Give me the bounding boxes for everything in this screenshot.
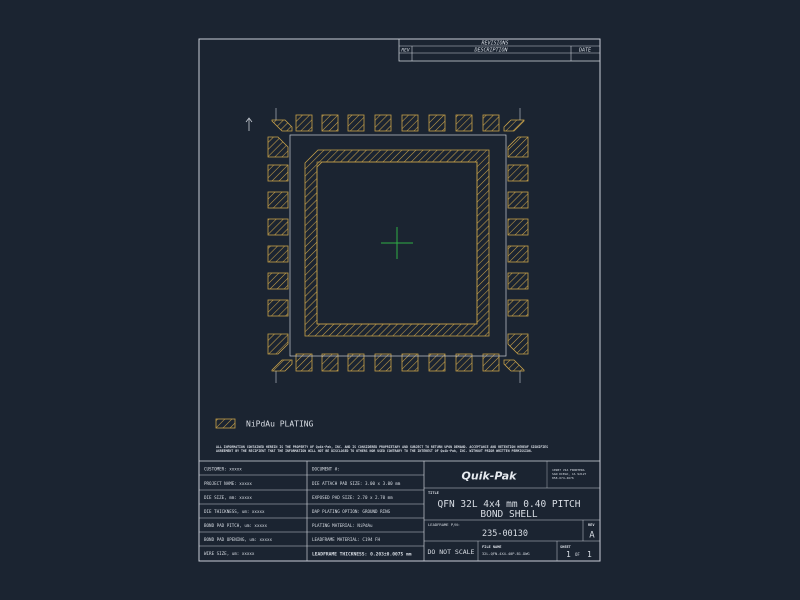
package-outline (289, 134, 507, 357)
leadframe-pn-value: 235-00130 (482, 529, 528, 539)
lead-pad (267, 299, 289, 317)
lead-pad (507, 164, 529, 182)
bond-pad-opening-field: BOND PAD OPENING, um: xxxxx (204, 537, 273, 542)
legend-swatch (215, 418, 236, 429)
revisions-block: REVISIONS REV DESCRIPTION DATE (398, 38, 601, 62)
lead-pad (267, 272, 289, 290)
corner-pad-bottom-right (503, 359, 525, 372)
lead-pad (455, 114, 473, 132)
project-name-field: PROJECT NAME: xxxxx (204, 481, 252, 486)
lead-pad (267, 245, 289, 263)
corner-pad-left-top (267, 136, 289, 158)
leadframe-material-field: LEADFRAME MATERIAL: C194 FH (312, 537, 381, 542)
corner-pad-top-right (503, 119, 525, 132)
corner-pad-left-bottom (267, 333, 289, 355)
center-crosshair (381, 227, 413, 259)
lead-pad (455, 353, 473, 372)
lead-pad (267, 164, 289, 182)
lead-pad (507, 245, 529, 263)
revisions-title: REVISIONS (481, 41, 508, 47)
bond-pad-pitch-field: BOND PAD PITCH, um: xxxxx (204, 523, 268, 528)
rev-label: REV (588, 523, 595, 527)
bottom-leads (275, 353, 521, 383)
right-leads (507, 164, 529, 317)
corner-pad-right-top (507, 136, 529, 158)
file-name-value: 32L-QFN-4X4-40P-B1.DWG (482, 552, 530, 556)
lead-pad (347, 353, 365, 372)
lead-pad (374, 353, 392, 372)
sheet-of: OF (575, 552, 580, 557)
lead-pad (507, 191, 529, 209)
drawing-canvas: REVISIONS REV DESCRIPTION DATE NiPdAu PL… (198, 38, 601, 562)
document-field: DOCUMENT #: (312, 467, 340, 472)
leadframe-pn-label: LEADFRAME P/N: (428, 522, 460, 527)
revisions-col-rev: REV (401, 48, 409, 54)
file-name-label: FILE NAME (482, 545, 501, 549)
lead-pad (507, 218, 529, 236)
lead-pad (374, 114, 392, 132)
die-attach-pad-field: DIE ATTACH PAD SIZE: 3.00 x 3.00 mm (312, 481, 401, 486)
pin1-arrow-icon (245, 117, 253, 131)
lead-pad (507, 299, 529, 317)
leadframe-thickness-field: LEADFRAME THICKNESS: 0.203±0.0075 mm (312, 552, 412, 558)
customer-field: CUSTOMER: xxxxx (204, 467, 242, 472)
lead-pad (401, 114, 419, 132)
notice-line-2: AGREEMENT BY THE RECIPIENT THAT THE INFO… (216, 449, 533, 453)
drawing-title-line-2: BOND SHELL (480, 509, 537, 520)
company-logo-text: Quik-Pak (462, 470, 518, 483)
corner-pad-right-bottom (507, 333, 529, 355)
lead-pad (428, 353, 446, 372)
lead-pad (482, 114, 500, 132)
left-leads (267, 164, 289, 317)
corner-pad-bottom-left (271, 359, 293, 372)
legend-label: NiPdAu PLATING (246, 420, 314, 429)
exposed-pad-field: EXPOSED PAD SIZE: 2.70 x 2.70 mm (312, 495, 393, 500)
lead-pad (401, 353, 419, 372)
top-leads (275, 108, 521, 132)
lead-pad (507, 272, 529, 290)
lead-pad (267, 218, 289, 236)
revisions-col-date: DATE (578, 48, 591, 54)
lead-pad (347, 114, 365, 132)
corner-pad-top-left (271, 119, 293, 132)
lead-pad (321, 114, 339, 132)
wire-size-field: WIRE SIZE, um: xxxxx (204, 551, 255, 556)
qfn-package-drawing (245, 108, 529, 383)
lead-pad (428, 114, 446, 132)
company-logo: Quik-Pak (443, 469, 535, 483)
lead-pad (267, 191, 289, 209)
lead-pad (321, 353, 339, 372)
address-line-3: 858-674-4676 (552, 476, 574, 480)
sheet-total: 1 (587, 550, 592, 559)
dap-plating-field: DAP PLATING OPTION: GROUND RING (312, 509, 391, 514)
lead-pad (295, 114, 313, 132)
title-label: TITLE (428, 491, 439, 495)
die-thickness-field: DIE THICKNESS, um: xxxxx (204, 509, 265, 514)
lead-pad (482, 353, 500, 372)
die-size-field: DIE SIZE, mm: xxxxx (204, 495, 252, 500)
legend: NiPdAu PLATING (215, 418, 314, 429)
revisions-col-description: DESCRIPTION (473, 48, 508, 54)
lead-pad (295, 353, 313, 372)
rev-value: A (589, 531, 595, 541)
do-not-scale-label: DO NOT SCALE (428, 548, 475, 556)
sheet-number: 1 (566, 550, 571, 559)
plating-material-field: PLATING MATERIAL: NiPdAu (312, 523, 373, 528)
sheet-label: SHEET (560, 545, 571, 549)
